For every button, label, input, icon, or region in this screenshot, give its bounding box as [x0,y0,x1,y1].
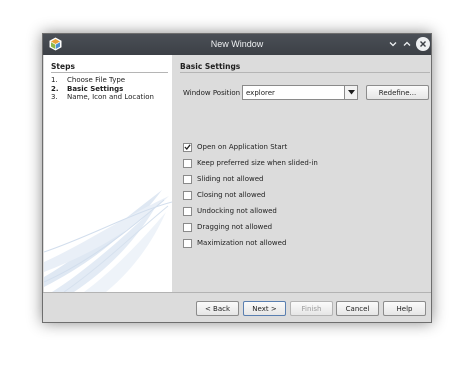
close-icon [420,41,426,47]
back-button[interactable]: < Back [196,301,239,316]
step-number: 1. [51,76,58,84]
step-item-1: 1. Choose File Type [51,76,154,85]
step-item-3: 3. Name, Icon and Location [51,93,154,102]
checkbox[interactable] [183,238,192,248]
combo-dropdown-button[interactable] [344,86,357,99]
window-position-combo[interactable]: explorer [242,85,358,100]
close-button[interactable] [416,37,430,51]
basic-settings-panel: Basic Settings Window Position : explore… [178,55,430,292]
decorative-swoosh-graphic [44,190,172,292]
window-position-label: Window Position : [183,89,245,97]
redefine-button[interactable]: Redefine... [366,85,429,100]
help-button[interactable]: Help [383,301,426,316]
footer-divider [43,292,431,293]
steps-divider [51,72,168,73]
step-number: 3. [51,93,58,101]
option-label: Undocking not allowed [197,207,277,215]
step-label: Choose File Type [67,76,126,84]
option-label: Closing not allowed [197,191,266,199]
panel-divider [180,72,430,73]
chevron-down-icon [389,42,397,47]
step-label: Basic Settings [67,84,124,93]
checkbox[interactable] [183,190,192,200]
checkbox[interactable] [183,158,192,168]
option-maximization-not-allowed[interactable]: Maximization not allowed [183,238,286,248]
option-undocking-not-allowed[interactable]: Undocking not allowed [183,206,277,216]
window-title: New Window [210,39,264,49]
cancel-button[interactable]: Cancel [336,301,379,316]
step-item-2: 2. Basic Settings [51,85,154,94]
steps-panel: Steps 1. Choose File Type 2. Basic Setti… [44,55,172,292]
checkmark-icon [184,144,191,150]
next-button[interactable]: Next > [243,301,286,316]
panel-title: Basic Settings [180,62,241,71]
triangle-down-icon [347,90,355,95]
checkbox[interactable] [183,206,192,216]
step-number: 2. [51,84,59,93]
option-dragging-not-allowed[interactable]: Dragging not allowed [183,222,272,232]
option-closing-not-allowed[interactable]: Closing not allowed [183,190,265,200]
chevron-up-icon [403,41,411,46]
window-position-value: explorer [246,89,275,97]
steps-header: Steps [51,62,75,71]
checkbox[interactable] [183,222,192,232]
option-label: Maximization not allowed [197,239,287,247]
option-keep-preferred-size[interactable]: Keep preferred size when slided-in [183,158,318,168]
step-label: Name, Icon and Location [67,93,154,101]
title-bar[interactable]: New Window [43,34,431,55]
maximize-button[interactable] [400,37,414,51]
option-label: Keep preferred size when slided-in [197,159,318,167]
finish-button[interactable]: Finish [290,301,333,316]
option-label: Open on Application Start [197,143,288,151]
minimize-button[interactable] [386,37,400,51]
steps-list: 1. Choose File Type 2. Basic Settings 3.… [51,76,154,102]
option-label: Sliding not allowed [197,175,264,183]
checkbox[interactable] [183,174,192,184]
option-sliding-not-allowed[interactable]: Sliding not allowed [183,174,263,184]
option-open-on-start[interactable]: Open on Application Start [183,142,287,152]
new-window-dialog: New Window Steps 1. Choose File Type 2. … [42,33,432,323]
option-label: Dragging not allowed [197,223,273,231]
checkbox[interactable] [183,142,192,152]
